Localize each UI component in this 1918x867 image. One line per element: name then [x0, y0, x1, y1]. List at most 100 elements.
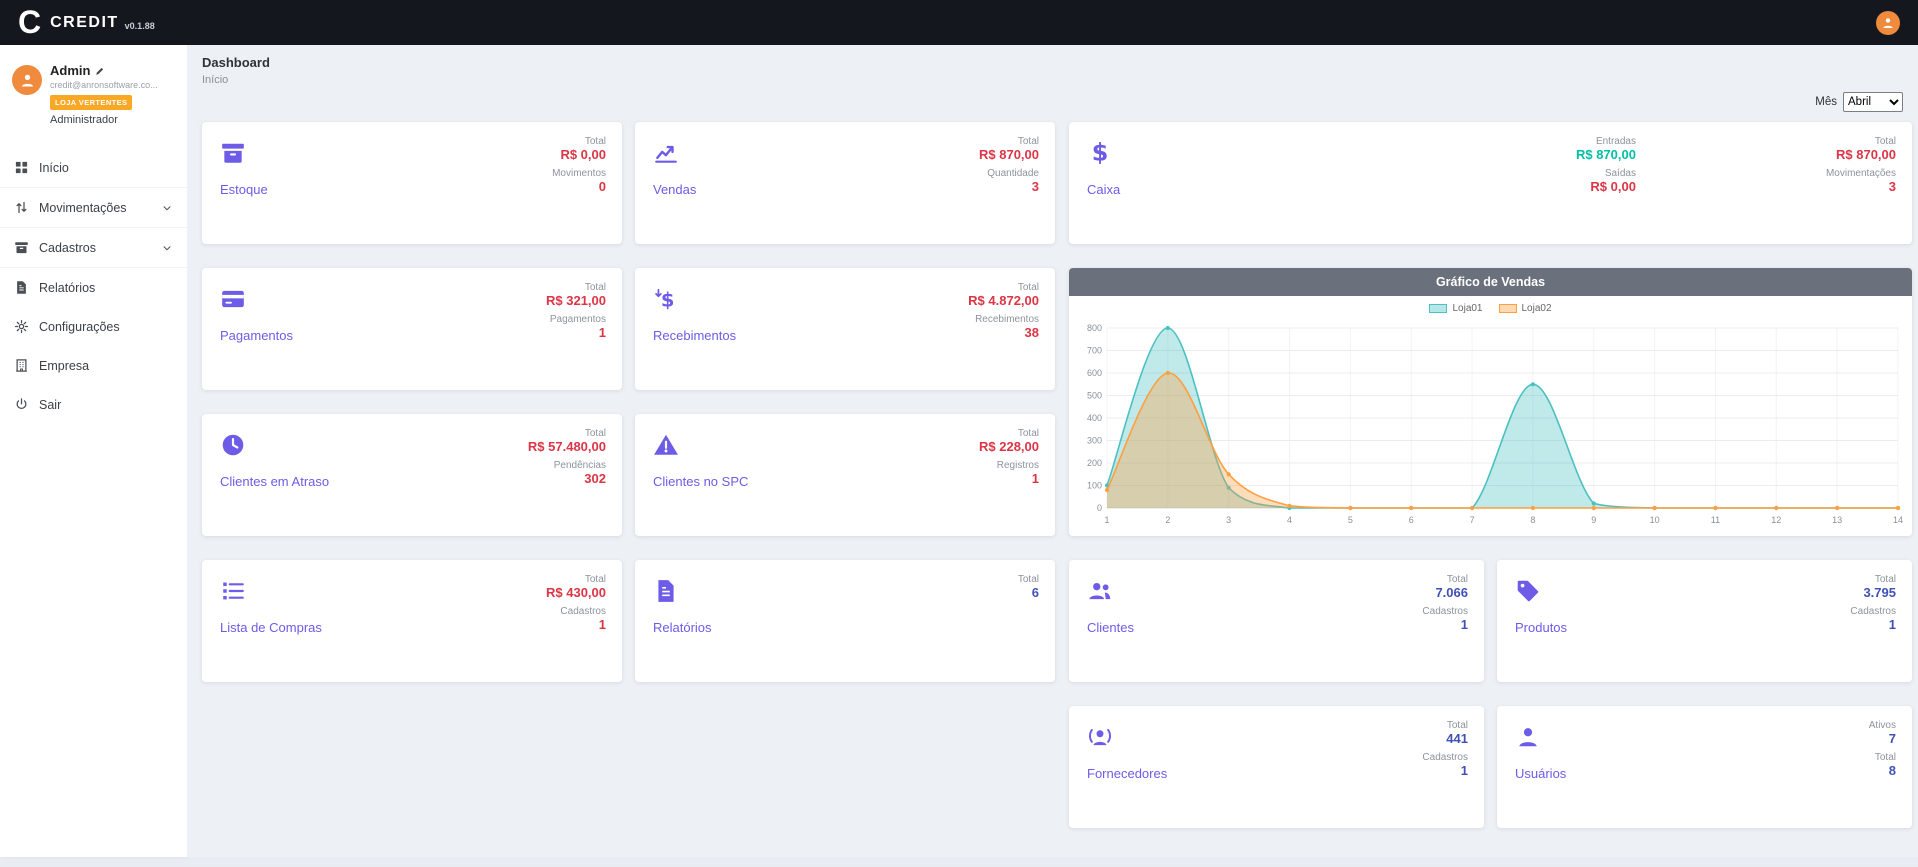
- sidebar-item-empresa[interactable]: Empresa: [0, 346, 187, 385]
- svg-text:4: 4: [1287, 515, 1292, 525]
- card-stats-wrap: TotalR$ 4.872,00Recebimentos38: [968, 280, 1039, 378]
- card-stats: EntradasR$ 870,00SaídasR$ 0,00: [1576, 136, 1636, 232]
- stat-value: 8: [1889, 764, 1896, 779]
- svg-text:9: 9: [1591, 515, 1596, 525]
- card-title-link[interactable]: Lista de Compras: [220, 620, 322, 635]
- card-title-link[interactable]: Usuários: [1515, 766, 1566, 781]
- right-column: $CaixaEntradasR$ 870,00SaídasR$ 0,00Tota…: [1069, 122, 1912, 828]
- month-select[interactable]: Abril: [1843, 92, 1903, 112]
- sidebar-item-label: Empresa: [39, 359, 173, 373]
- legend-item-Loja02[interactable]: Loja02: [1499, 303, 1552, 314]
- card-left: $ Caixa: [1087, 134, 1120, 232]
- sidebar-item-relatorios[interactable]: Relatórios: [0, 268, 187, 307]
- card-title-link[interactable]: Recebimentos: [653, 328, 736, 343]
- stat-label: Entradas: [1596, 136, 1636, 147]
- card-title-link[interactable]: Produtos: [1515, 620, 1567, 635]
- profile-email: credit@anronsoftware.co...: [50, 80, 158, 90]
- card-stats-wrap: Total441Cadastros1: [1422, 718, 1468, 816]
- card-left: Clientes em Atraso: [220, 426, 329, 524]
- sales-chart: 0100200300400500600700800123456789101112…: [1069, 320, 1912, 530]
- stat-value: 7.066: [1435, 586, 1468, 601]
- card-title-link[interactable]: Estoque: [220, 182, 268, 197]
- card-title-link[interactable]: Clientes no SPC: [653, 474, 748, 489]
- svg-text:700: 700: [1087, 346, 1102, 356]
- page-head: Dashboard Início: [202, 55, 1903, 86]
- card-pagamentos[interactable]: Pagamentos TotalR$ 321,00Pagamentos1: [202, 268, 622, 390]
- sidebar-item-configuracoes[interactable]: Configurações: [0, 307, 187, 346]
- card-produtos[interactable]: Produtos Total3.795Cadastros1: [1497, 560, 1912, 682]
- legend-swatch: [1499, 304, 1517, 313]
- card-left: Produtos: [1515, 572, 1567, 670]
- avatar: [12, 65, 42, 95]
- svg-text:800: 800: [1087, 323, 1102, 333]
- user-avatar[interactable]: [1876, 11, 1900, 35]
- card-stats-wrap: Total7.066Cadastros1: [1422, 572, 1468, 670]
- stat-value: R$ 0,00: [1590, 180, 1636, 195]
- card-title-link[interactable]: Caixa: [1087, 182, 1120, 197]
- card-stats-wrap: TotalR$ 321,00Pagamentos1: [546, 280, 606, 378]
- stat-value: R$ 228,00: [979, 440, 1039, 455]
- card-stats-wrap: EntradasR$ 870,00SaídasR$ 0,00TotalR$ 87…: [1576, 134, 1896, 232]
- card-recebimentos[interactable]: $RecebimentosTotalR$ 4.872,00Recebimento…: [635, 268, 1055, 390]
- card-title-link[interactable]: Relatórios: [653, 620, 712, 635]
- stat-label: Total: [1875, 752, 1896, 763]
- card-title-link[interactable]: Vendas: [653, 182, 696, 197]
- card-title-link[interactable]: Pagamentos: [220, 328, 293, 343]
- stat-value: 1: [1461, 764, 1468, 779]
- chevron-down-icon: [161, 202, 173, 214]
- card-stats: Total3.795Cadastros1: [1850, 574, 1896, 670]
- stat-label: Cadastros: [560, 606, 606, 617]
- sidebar-item-sair[interactable]: Sair: [0, 385, 187, 424]
- page-title: Dashboard: [202, 55, 1903, 70]
- card-vendas[interactable]: VendasTotalR$ 870,00Quantidade3: [635, 122, 1055, 244]
- file-icon: [653, 578, 679, 604]
- sidebar-item-label: Movimentações: [39, 201, 151, 215]
- clock-icon: [220, 432, 246, 458]
- card-stats-wrap: Ativos7Total8: [1869, 718, 1896, 816]
- svg-text:5: 5: [1348, 515, 1353, 525]
- box-icon: [220, 140, 246, 166]
- app-logo: C: [18, 0, 40, 45]
- cards-left-grid: EstoqueTotalR$ 0,00Movimentos0VendasTota…: [202, 122, 1055, 828]
- sidebar-item-cadastros[interactable]: Cadastros: [0, 228, 187, 268]
- stat-label: Ativos: [1869, 720, 1896, 731]
- sidebar: Admin credit@anronsoftware.co... LOJA VE…: [0, 45, 187, 857]
- card-stats: TotalR$ 0,00Movimentos0: [552, 136, 606, 232]
- stat-value: R$ 870,00: [1576, 148, 1636, 163]
- card-clientes-no-spc[interactable]: Clientes no SPCTotalR$ 228,00Registros1: [635, 414, 1055, 536]
- stat-label: Total: [585, 574, 606, 585]
- card-clientes-em-atraso[interactable]: Clientes em AtrasoTotalR$ 57.480,00Pendê…: [202, 414, 622, 536]
- stat-value: 1: [1889, 618, 1896, 633]
- edit-profile-icon[interactable]: [95, 66, 105, 76]
- card-stats: Total441Cadastros1: [1422, 720, 1468, 816]
- legend-item-Loja01[interactable]: Loja01: [1429, 303, 1482, 314]
- stat-value: 3.795: [1863, 586, 1896, 601]
- profile-role: Administrador: [50, 114, 158, 126]
- grid-icon: [14, 160, 29, 175]
- sidebar-item-inicio[interactable]: Início: [0, 148, 187, 187]
- stat-label: Total: [585, 136, 606, 147]
- card-estoque[interactable]: Estoque TotalR$ 0,00Movimentos0: [202, 122, 622, 244]
- gear-icon: [14, 319, 29, 334]
- profile-section: Admin credit@anronsoftware.co... LOJA VE…: [0, 61, 187, 136]
- card-caixa[interactable]: $ Caixa EntradasR$ 870,00SaídasR$ 0,00Tota…: [1069, 122, 1912, 244]
- card-left: Fornecedores: [1087, 718, 1167, 816]
- dollar-icon: $: [1087, 140, 1113, 166]
- topbar: C CREDIT v0.1.88: [0, 0, 1918, 45]
- stat-label: Movimentações: [1826, 168, 1896, 179]
- card-clientes[interactable]: Clientes Total7.066Cadastros1: [1069, 560, 1484, 682]
- svg-text:0: 0: [1097, 503, 1102, 513]
- stat-label: Total: [585, 428, 606, 439]
- card-left: Relatórios: [653, 572, 712, 670]
- svg-text:7: 7: [1470, 515, 1475, 525]
- card-usuarios[interactable]: Usuários Ativos7Total8: [1497, 706, 1912, 828]
- card-title-link[interactable]: Clientes: [1087, 620, 1134, 635]
- stat-label: Pendências: [554, 460, 606, 471]
- card-fornecedores[interactable]: Fornecedores Total441Cadastros1: [1069, 706, 1484, 828]
- sidebar-item-movimentacoes[interactable]: Movimentações: [0, 187, 187, 228]
- card-relatorios[interactable]: RelatóriosTotal6: [635, 560, 1055, 682]
- card-title-link[interactable]: Fornecedores: [1087, 766, 1167, 781]
- card-title-link[interactable]: Clientes em Atraso: [220, 474, 329, 489]
- card-lista-de-compras[interactable]: Lista de ComprasTotalR$ 430,00Cadastros1: [202, 560, 622, 682]
- list-icon: [220, 578, 246, 604]
